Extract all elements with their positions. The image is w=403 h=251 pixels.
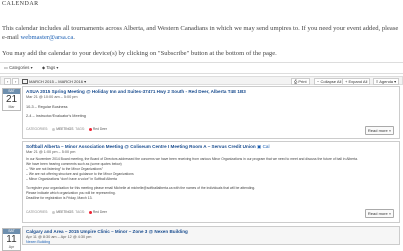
- expand-icon: +: [345, 79, 348, 84]
- categories-label: CATEGORIES:: [26, 127, 49, 131]
- category-dot-icon: [52, 127, 56, 131]
- chevron-down-icon: ▾: [30, 65, 33, 70]
- event-taxonomy: CATEGORIES: MEETINGS TAGS: Red Deer: [26, 210, 108, 214]
- calendar-link[interactable]: ▣ Cal: [257, 144, 270, 149]
- event-date: Mar 21 @ 10:00 am – 5:00 pm: [26, 95, 78, 99]
- tag-chip[interactable]: Red Deer: [88, 127, 108, 131]
- tag-chip-label: Red Deer: [92, 210, 107, 214]
- next-button[interactable]: ›: [12, 78, 20, 85]
- event-date: Apr 11 @ 8:30 am – Apr 12 @ 4:30 pm: [26, 235, 92, 239]
- tag-chip-label: Red Deer: [92, 127, 107, 131]
- categories-filter-label: Categories: [9, 65, 30, 70]
- event-date: Mar 21 @ 1:00 pm – 5:00 pm: [26, 150, 76, 154]
- event-description-line: – Minor Organizations “don't have a voic…: [26, 177, 117, 181]
- chevron-right-icon: »: [388, 128, 392, 133]
- date-range-picker[interactable]: MARCH 2015 – MARCH 2016 ▾: [22, 79, 86, 85]
- print-button[interactable]: ⎙ Print: [291, 78, 310, 85]
- event-card: Calgary and Area – 2015 Umpire Clinic – …: [22, 226, 400, 245]
- calendar-description: This calendar includes all tournaments a…: [2, 25, 400, 42]
- event-title-link[interactable]: Calgary and Area – 2015 Umpire Clinic – …: [26, 229, 188, 234]
- agenda-toolbar: ‹ › MARCH 2015 – MARCH 2016 ▾ ⎙ Print − …: [0, 76, 403, 85]
- expand-all-label: Expand All: [348, 79, 368, 84]
- tag-chip[interactable]: Red Deer: [88, 210, 108, 214]
- date-range-label: MARCH 2015 – MARCH 2016: [29, 78, 83, 84]
- event-description-line: 10-3 – Regular Business: [26, 105, 68, 109]
- description-period: .: [73, 33, 75, 41]
- chevron-down-icon: ▾: [84, 78, 87, 84]
- view-selector-label: Agenda: [379, 79, 394, 84]
- category-dot-icon: [52, 210, 56, 214]
- list-icon: ≡: [376, 79, 379, 84]
- event-description-line: We have been hearing comments such as (s…: [26, 162, 122, 166]
- page-title: CALENDAR: [2, 1, 39, 7]
- chevron-down-icon: ▾: [394, 79, 397, 84]
- categories-filter[interactable]: ▭ Categories ▾: [4, 65, 33, 70]
- read-more-button[interactable]: Read more »: [365, 209, 394, 218]
- tags-label: TAGS:: [75, 210, 85, 214]
- tag-dot-icon: [88, 210, 92, 214]
- calendar-icon: [22, 78, 28, 85]
- calendar-link-label: Cal: [262, 144, 270, 149]
- date-badge-month: Mar: [8, 105, 15, 109]
- event-card: ASUA 2015 Spring Meeting @ Holiday Inn a…: [22, 86, 400, 139]
- read-more-label: Read more: [367, 211, 388, 216]
- tags-label: TAGS:: [75, 127, 85, 131]
- category-tag[interactable]: MEETINGS: [51, 210, 74, 214]
- chevron-down-icon: ▾: [56, 65, 59, 70]
- prev-button[interactable]: ‹: [4, 78, 12, 85]
- subscribe-instruction: You may add the calendar to your device(…: [2, 50, 277, 57]
- tag-dot-icon: [88, 127, 92, 131]
- date-badge-day: 11: [6, 234, 17, 245]
- event-title-link[interactable]: ASUA 2015 Spring Meeting @ Holiday Inn a…: [26, 89, 246, 94]
- date-badge-month: Apr: [8, 245, 15, 249]
- category-tag-label: MEETINGS: [56, 127, 74, 131]
- category-tag[interactable]: MEETINGS: [51, 127, 74, 131]
- event-description-line: In our November 2014 Board meeting, the …: [26, 157, 358, 161]
- collapse-icon: −: [317, 79, 320, 84]
- date-badge: SAT 21 Mar: [2, 88, 21, 111]
- venue-link[interactable]: Nexen Building: [26, 240, 50, 244]
- read-more-label: Read more: [367, 128, 388, 133]
- date-badge: SAT 11 Apr: [2, 228, 21, 251]
- event-title-text: Softball Alberta – Minor Association Mee…: [26, 144, 256, 149]
- tags-filter[interactable]: ◆ Tags ▾: [42, 65, 58, 70]
- date-badge-day: 21: [5, 94, 18, 105]
- event-description-line: 2-4 – Instructor/Evaluator's Meeting: [26, 114, 86, 118]
- collapse-all-button[interactable]: − Collapse All: [314, 78, 345, 85]
- folder-icon: ▭: [4, 65, 8, 70]
- read-more-button[interactable]: Read more »: [365, 126, 394, 135]
- event-description-line: – We are not offering structure and guid…: [26, 172, 134, 176]
- event-description-line: Deadline for registration is Friday, Mar…: [26, 196, 93, 200]
- event-taxonomy: CATEGORIES: MEETINGS TAGS: Red Deer: [26, 127, 108, 131]
- tag-icon: ◆: [42, 65, 46, 70]
- categories-label: CATEGORIES:: [26, 210, 49, 214]
- event-description-line: To register your organization for this m…: [26, 186, 256, 190]
- filter-bar: ▭ Categories ▾ ◆ Tags ▾: [0, 62, 403, 74]
- tags-filter-label: Tags: [46, 65, 56, 70]
- event-description-line: – “We are not listening” to the Minor Or…: [26, 167, 103, 171]
- view-selector[interactable]: ≡ Agenda ▾: [373, 78, 400, 85]
- event-card: Softball Alberta – Minor Association Mee…: [22, 141, 400, 223]
- print-label: Print: [298, 79, 307, 84]
- print-icon: ⎙: [294, 79, 298, 84]
- expand-all-button[interactable]: + Expand All: [342, 78, 371, 85]
- webmaster-email-link[interactable]: webmaster@arsa.ca: [21, 34, 74, 41]
- chevron-right-icon: »: [388, 211, 392, 216]
- collapse-all-label: Collapse All: [320, 79, 342, 84]
- calendar-icon: ▣: [256, 144, 262, 149]
- event-description-line: Please indicate which organization you w…: [26, 191, 116, 195]
- category-tag-label: MEETINGS: [56, 210, 74, 214]
